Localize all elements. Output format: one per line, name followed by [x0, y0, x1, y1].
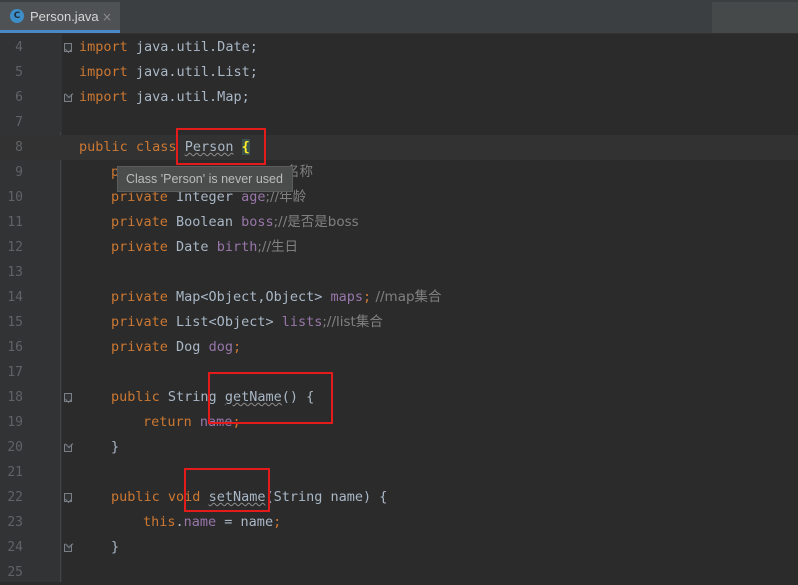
code-text[interactable]: import java.util.Date;	[79, 35, 258, 60]
code-text[interactable]: }	[111, 535, 119, 560]
line-number: 10	[7, 190, 23, 205]
line-number: 18	[7, 390, 23, 405]
line-number: 15	[7, 315, 23, 330]
code-text[interactable]: private Date birth;//生日	[111, 235, 298, 260]
code-line-13: 13	[0, 260, 798, 285]
code-line-6: 6 import java.util.Map;	[0, 85, 798, 110]
line-number: 7	[15, 115, 23, 130]
tab-person-java[interactable]: C Person.java ×	[0, 2, 120, 33]
tab-label: Person.java	[30, 9, 99, 24]
code-text[interactable]: import java.util.Map;	[79, 85, 250, 110]
code-text[interactable]: }	[111, 435, 119, 460]
code-line-5: 5 import java.util.List;	[0, 60, 798, 85]
fold-open-icon[interactable]	[64, 393, 72, 402]
fold-close-icon[interactable]	[64, 444, 72, 452]
code-text[interactable]: private Boolean boss;//是否是boss	[111, 210, 359, 235]
line-number: 25	[7, 565, 23, 580]
close-icon[interactable]: ×	[102, 9, 112, 25]
code-line-18: 18 public String getName() {	[0, 385, 798, 410]
highlight-box-setname	[184, 468, 270, 512]
code-text[interactable]: this.name = name;	[143, 510, 281, 535]
code-line-25: 25	[0, 560, 798, 585]
java-class-icon: C	[10, 9, 24, 23]
fold-open-icon[interactable]	[64, 493, 72, 502]
code-line-11: 11 private Boolean boss;//是否是boss	[0, 210, 798, 235]
code-text[interactable]: import java.util.List;	[79, 60, 258, 85]
code-line-16: 16 private Dog dog;	[0, 335, 798, 360]
line-number: 17	[7, 365, 23, 380]
tab-bar-filler	[712, 2, 798, 33]
line-number: 21	[7, 465, 23, 480]
code-line-15: 15 private List<Object> lists;//list集合	[0, 310, 798, 335]
line-number: 14	[7, 290, 23, 305]
code-line-19: 19 return name;	[0, 410, 798, 435]
code-line-14: 14 private Map<Object,Object> maps; //ma…	[0, 285, 798, 310]
code-line-22: 22 public void setName(String name) {	[0, 485, 798, 510]
highlight-box-getname	[208, 372, 333, 424]
line-number: 24	[7, 540, 23, 555]
line-number: 4	[15, 40, 23, 55]
line-number: 5	[15, 65, 23, 80]
line-number: 16	[7, 340, 23, 355]
fold-close-icon[interactable]	[64, 94, 72, 102]
line-number: 19	[7, 415, 23, 430]
line-number: 11	[7, 215, 23, 230]
fold-open-icon[interactable]	[64, 43, 72, 52]
line-number: 9	[15, 165, 23, 180]
inspection-tooltip: Class 'Person' is never used	[117, 166, 293, 192]
editor-tab-bar: C Person.java ×	[0, 0, 798, 34]
code-line-8: 8 public class Person {	[0, 135, 798, 160]
code-line-12: 12 private Date birth;//生日	[0, 235, 798, 260]
code-line-24: 24 }	[0, 535, 798, 560]
highlight-box-class-name	[176, 128, 266, 165]
line-number: 20	[7, 440, 23, 455]
code-line-17: 17	[0, 360, 798, 385]
code-text[interactable]: private Dog dog;	[111, 335, 241, 360]
code-line-21: 21	[0, 460, 798, 485]
code-line-4: 4 import java.util.Date;	[0, 35, 798, 60]
code-line-20: 20 }	[0, 435, 798, 460]
line-number: 12	[7, 240, 23, 255]
line-number: 6	[15, 90, 23, 105]
fold-close-icon[interactable]	[64, 544, 72, 552]
line-number: 23	[7, 515, 23, 530]
code-text[interactable]: private List<Object> lists;//list集合	[111, 310, 383, 335]
code-text[interactable]: private Map<Object,Object> maps; //map集合	[111, 285, 442, 310]
line-number: 22	[7, 490, 23, 505]
code-line-23: 23 this.name = name;	[0, 510, 798, 535]
code-line-7: 7	[0, 110, 798, 135]
line-number: 8	[15, 140, 23, 155]
line-number: 13	[7, 265, 23, 280]
